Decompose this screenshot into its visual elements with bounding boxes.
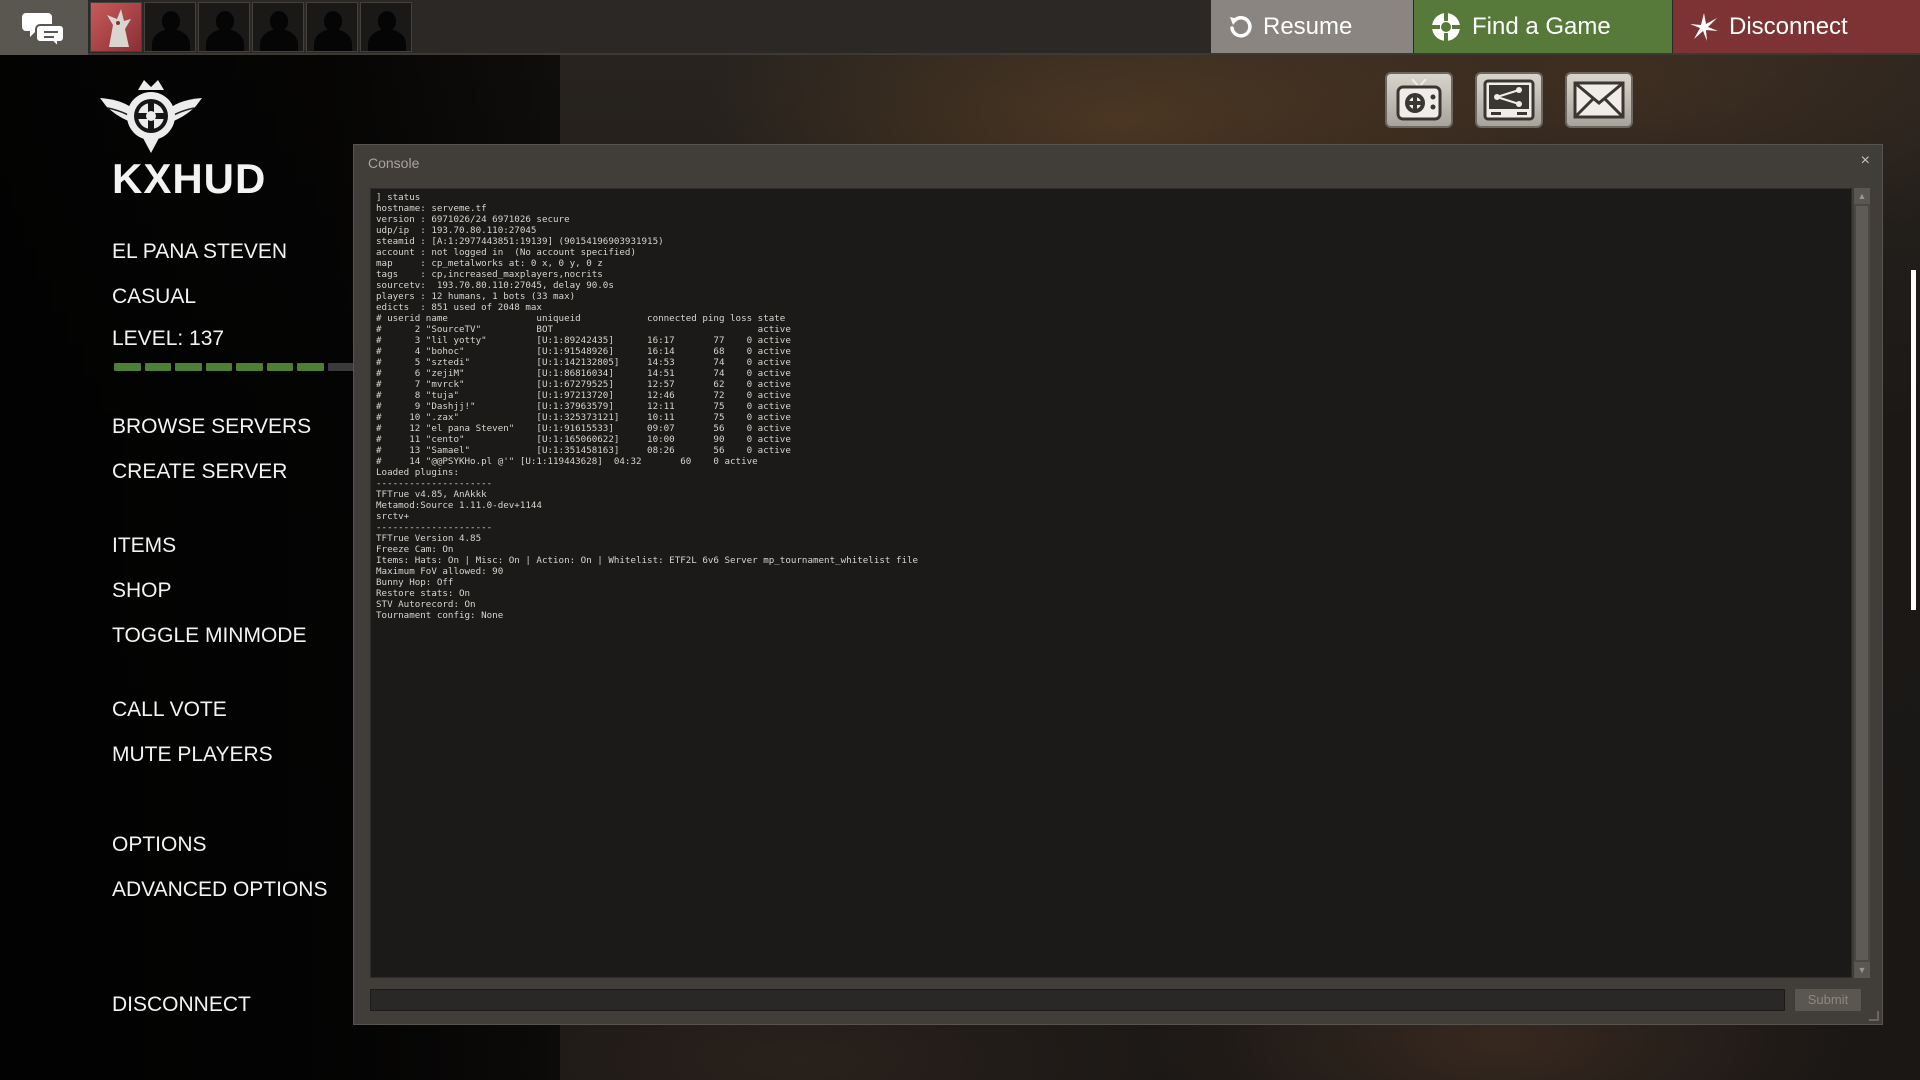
game-mode-label: CASUAL <box>112 285 197 308</box>
party-slot-empty[interactable] <box>360 2 412 52</box>
silhouette-icon <box>270 11 288 31</box>
scrollbar-thumb[interactable] <box>1856 206 1868 960</box>
network-icon <box>1483 79 1535 121</box>
screen-edge-highlight <box>1911 270 1916 610</box>
submit-button[interactable]: Submit <box>1795 989 1861 1011</box>
chat-bubbles-icon <box>22 12 65 47</box>
level-progress-segment <box>236 363 263 371</box>
scroll-up-arrow-icon[interactable]: ▲ <box>1854 188 1870 204</box>
find-game-icon <box>1432 12 1460 41</box>
mail-button[interactable] <box>1565 72 1633 128</box>
menu-disconnect[interactable]: DISCONNECT <box>112 993 251 1017</box>
console-output: ] status hostname: serveme.tf version : … <box>370 188 1852 978</box>
silhouette-icon <box>162 11 180 31</box>
disconnect-label: Disconnect <box>1729 12 1848 40</box>
party-slot-empty[interactable] <box>198 2 250 52</box>
level-progress-segment <box>205 363 232 371</box>
menu-items[interactable]: ITEMS <box>112 534 176 558</box>
level-progress-bar <box>114 363 354 371</box>
level-progress-segment <box>144 363 171 371</box>
disconnect-button[interactable]: Disconnect <box>1673 0 1920 53</box>
network-button[interactable] <box>1475 72 1543 128</box>
resume-arrow-icon <box>1230 15 1252 37</box>
menu-shop[interactable]: SHOP <box>112 579 172 603</box>
top-bar: Resume Find a Game Disconnect <box>0 0 1920 55</box>
silhouette-icon <box>216 11 234 31</box>
player-name: EL PANA STEVEN <box>112 240 288 263</box>
close-icon[interactable]: × <box>1861 152 1870 170</box>
console-command-input[interactable] <box>370 989 1785 1011</box>
level-progress-segment <box>327 363 354 371</box>
silhouette-icon <box>324 11 342 31</box>
find-game-button[interactable]: Find a Game <box>1414 0 1672 53</box>
level-progress-segment <box>175 363 202 371</box>
menu-create-server[interactable]: CREATE SERVER <box>112 460 287 484</box>
tv-button[interactable] <box>1385 72 1453 128</box>
scroll-down-arrow-icon[interactable]: ▼ <box>1854 962 1870 978</box>
resize-grip-icon[interactable] <box>1869 1011 1879 1021</box>
resume-button[interactable]: Resume <box>1211 0 1413 53</box>
silhouette-icon <box>378 11 396 31</box>
party-slot-empty[interactable] <box>144 2 196 52</box>
resume-label: Resume <box>1263 12 1353 40</box>
chat-button[interactable] <box>0 0 88 55</box>
console-title: Console <box>368 155 420 171</box>
tf2-logo-icon <box>100 80 202 153</box>
console-output-text: ] status hostname: serveme.tf version : … <box>376 192 919 621</box>
tv-icon <box>1396 78 1442 121</box>
party-slot-player-avatar[interactable] <box>90 2 142 52</box>
party-slot-empty[interactable] <box>306 2 358 52</box>
party-slot-empty[interactable] <box>252 2 304 52</box>
find-game-label: Find a Game <box>1472 12 1611 40</box>
menu-call-vote[interactable]: CALL VOTE <box>112 698 227 722</box>
menu-mute-players[interactable]: MUTE PLAYERS <box>112 743 273 767</box>
console-scrollbar[interactable]: ▲ ▼ <box>1854 188 1870 978</box>
mail-icon <box>1573 81 1625 119</box>
menu-browse-servers[interactable]: BROWSE SERVERS <box>112 415 311 439</box>
menu-toggle-minmode[interactable]: TOGGLE MINMODE <box>112 624 306 648</box>
console-window[interactable]: Console × ] status hostname: serveme.tf … <box>353 144 1883 1025</box>
level-progress-segment <box>114 363 141 371</box>
menu-options[interactable]: OPTIONS <box>112 833 207 857</box>
level-progress-segment <box>266 363 293 371</box>
player-level: LEVEL: 137 <box>112 327 225 350</box>
disconnect-spark-icon <box>1690 12 1718 41</box>
hud-title: KXHUD <box>112 155 267 202</box>
player-avatar-icon <box>107 9 131 47</box>
level-progress-segment <box>297 363 324 371</box>
menu-advanced-options[interactable]: ADVANCED OPTIONS <box>112 878 327 902</box>
